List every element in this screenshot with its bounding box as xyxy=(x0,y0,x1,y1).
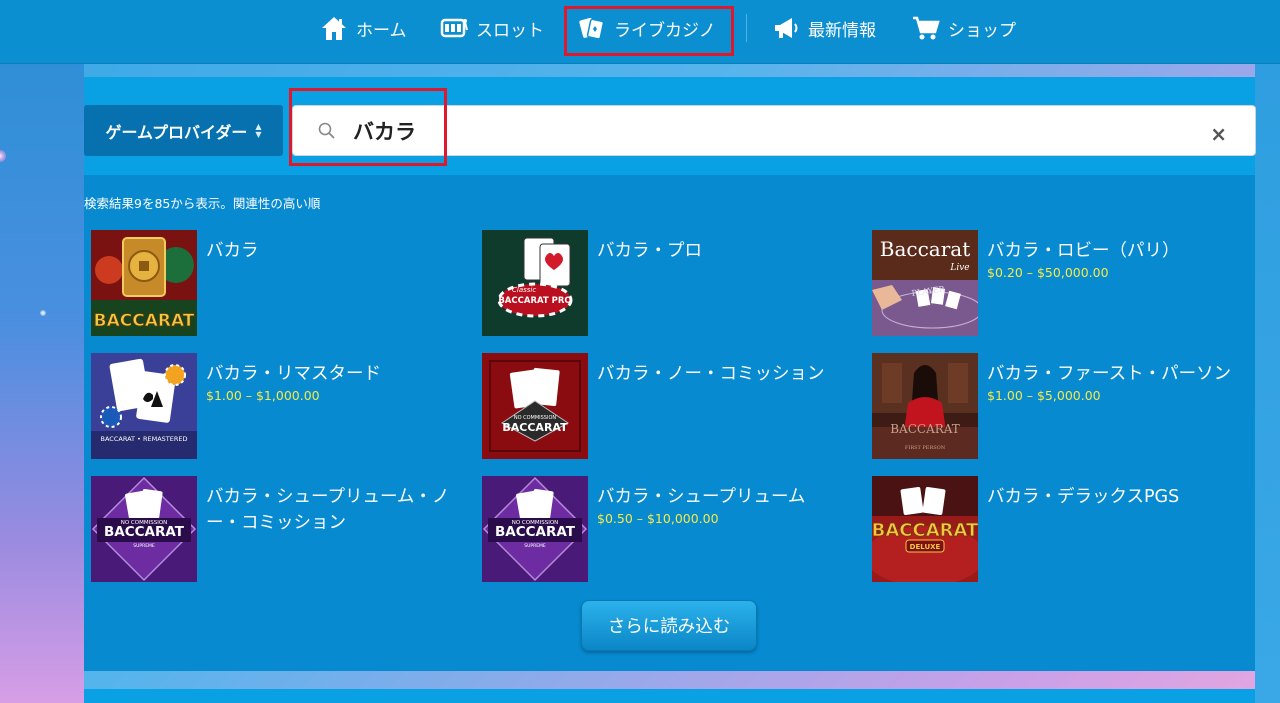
thumb-text: BACCARAT PRO xyxy=(498,296,571,306)
shopping-cart-icon xyxy=(913,16,940,40)
game-item[interactable]: BACCARAT FIRST PERSON バカラ・ファースト・パーソン $1.… xyxy=(872,353,1232,459)
game-item[interactable]: NO COMMISSION BACCARAT バカラ・ノー・コミッション xyxy=(482,353,842,459)
game-title: バカラ・プロ xyxy=(597,241,702,261)
game-thumbnail: NO COMMISSION BACCARAT SUPREME xyxy=(482,476,588,582)
game-bet-range: $1.00 – $5,000.00 xyxy=(987,388,1101,403)
game-bet-range: $0.50 – $10,000.00 xyxy=(597,511,719,526)
nav-news-label: 最新情報 xyxy=(808,20,876,41)
thumb-text: Live xyxy=(949,263,969,273)
game-thumbnail: NO COMMISSION BACCARAT SUPREME xyxy=(91,476,197,582)
home-icon xyxy=(322,17,346,40)
sparkle xyxy=(40,310,46,316)
nav-shop[interactable]: ショップ xyxy=(912,10,1016,46)
sort-arrows-icon: ▲ ▼ xyxy=(255,121,262,139)
game-title: バカラ・ノー・コミッション xyxy=(597,364,825,384)
results-summary: 検索結果9を85から表示。関連性の高い順 xyxy=(84,196,321,211)
game-item[interactable]: NO COMMISSION BACCARAT SUPREME バカラ・シュープリ… xyxy=(91,476,451,582)
game-title: バカラ・シュープリューム・ノー・コミッション xyxy=(206,487,450,533)
game-thumbnail: BACCARAT • REMASTERED xyxy=(91,353,197,459)
nav-slots-label: スロット xyxy=(476,20,544,41)
game-thumbnail: BACCARAT FIRST PERSON xyxy=(872,353,978,459)
nav-divider xyxy=(746,14,747,42)
game-item[interactable]: Baccarat Live PLAYER バカラ・ロビー（パリ） $0.20 –… xyxy=(872,230,1232,336)
game-bet-range: $0.20 – $50,000.00 xyxy=(987,265,1109,280)
game-thumbnail: Baccarat Live PLAYER xyxy=(872,230,978,336)
thumb-text: Classic xyxy=(512,286,536,294)
highlight-box-search xyxy=(289,88,447,166)
game-title: バカラ・デラックスPGS xyxy=(987,487,1180,507)
thumb-text: SUPREME xyxy=(133,543,155,549)
nav-news[interactable]: 最新情報 xyxy=(772,10,876,46)
thumb-text: BACCARAT xyxy=(104,524,185,540)
game-title: バカラ xyxy=(206,241,259,261)
nav-shop-label: ショップ xyxy=(948,20,1016,41)
game-title: バカラ・ファースト・パーソン xyxy=(987,364,1232,384)
background-left xyxy=(0,64,84,703)
nav-slots[interactable]: スロット xyxy=(440,10,544,46)
thumb-text: DELUXE xyxy=(910,543,941,551)
game-thumbnail: NO COMMISSION BACCARAT xyxy=(482,353,588,459)
highlight-box-live-casino xyxy=(564,6,734,56)
megaphone-icon xyxy=(775,18,798,38)
game-thumbnail: Classic BACCARAT PRO xyxy=(482,230,588,336)
game-title: バカラ・シュープリューム xyxy=(597,487,806,507)
game-provider-dropdown[interactable]: ゲームプロバイダー ▲ ▼ xyxy=(84,105,283,156)
top-nav: ホーム スロット ライブカジノ 最新情報 ショップ xyxy=(0,0,1280,64)
thumb-text: BACCARAT xyxy=(502,421,568,434)
thumb-text: FIRST PERSON xyxy=(905,445,946,451)
thumb-text: SUPREME xyxy=(524,543,546,549)
game-item[interactable]: BACCARAT • REMASTERED バカラ・リマスタード $1.00 –… xyxy=(91,353,451,459)
game-title: バカラ・リマスタード xyxy=(206,364,381,384)
game-item[interactable]: BACCARAT バカラ xyxy=(91,230,451,336)
nav-home-label: ホーム xyxy=(356,20,407,41)
nav-home[interactable]: ホーム xyxy=(320,10,407,46)
game-thumbnail: BACCARAT xyxy=(91,230,197,336)
thumb-text: BACCARAT xyxy=(872,520,978,541)
game-item[interactable]: BACCARAT DELUXE バカラ・デラックスPGS xyxy=(872,476,1232,582)
thumb-text: BACCARAT xyxy=(94,311,195,331)
game-title: バカラ・ロビー（パリ） xyxy=(987,241,1180,261)
search-input[interactable] xyxy=(353,114,1173,148)
next-section-panel xyxy=(84,689,1255,703)
slot-machine-icon xyxy=(440,18,468,38)
game-thumbnail: BACCARAT DELUXE xyxy=(872,476,978,582)
game-bet-range: $1.00 – $1,000.00 xyxy=(206,388,320,403)
load-more-button[interactable]: さらに読み込む xyxy=(581,600,757,651)
clear-search-icon[interactable]: × xyxy=(1210,122,1227,146)
thumb-text: BACCARAT xyxy=(890,422,960,436)
game-item[interactable]: Classic BACCARAT PRO バカラ・プロ xyxy=(482,230,842,336)
thumb-text: BACCARAT xyxy=(495,524,576,540)
thumb-text: BACCARAT • REMASTERED xyxy=(101,435,188,443)
game-item[interactable]: NO COMMISSION BACCARAT SUPREME バカラ・シュープリ… xyxy=(482,476,842,582)
game-provider-label: ゲームプロバイダー xyxy=(105,122,248,142)
background-right xyxy=(1255,64,1280,703)
thumb-text: Baccarat xyxy=(880,237,970,261)
